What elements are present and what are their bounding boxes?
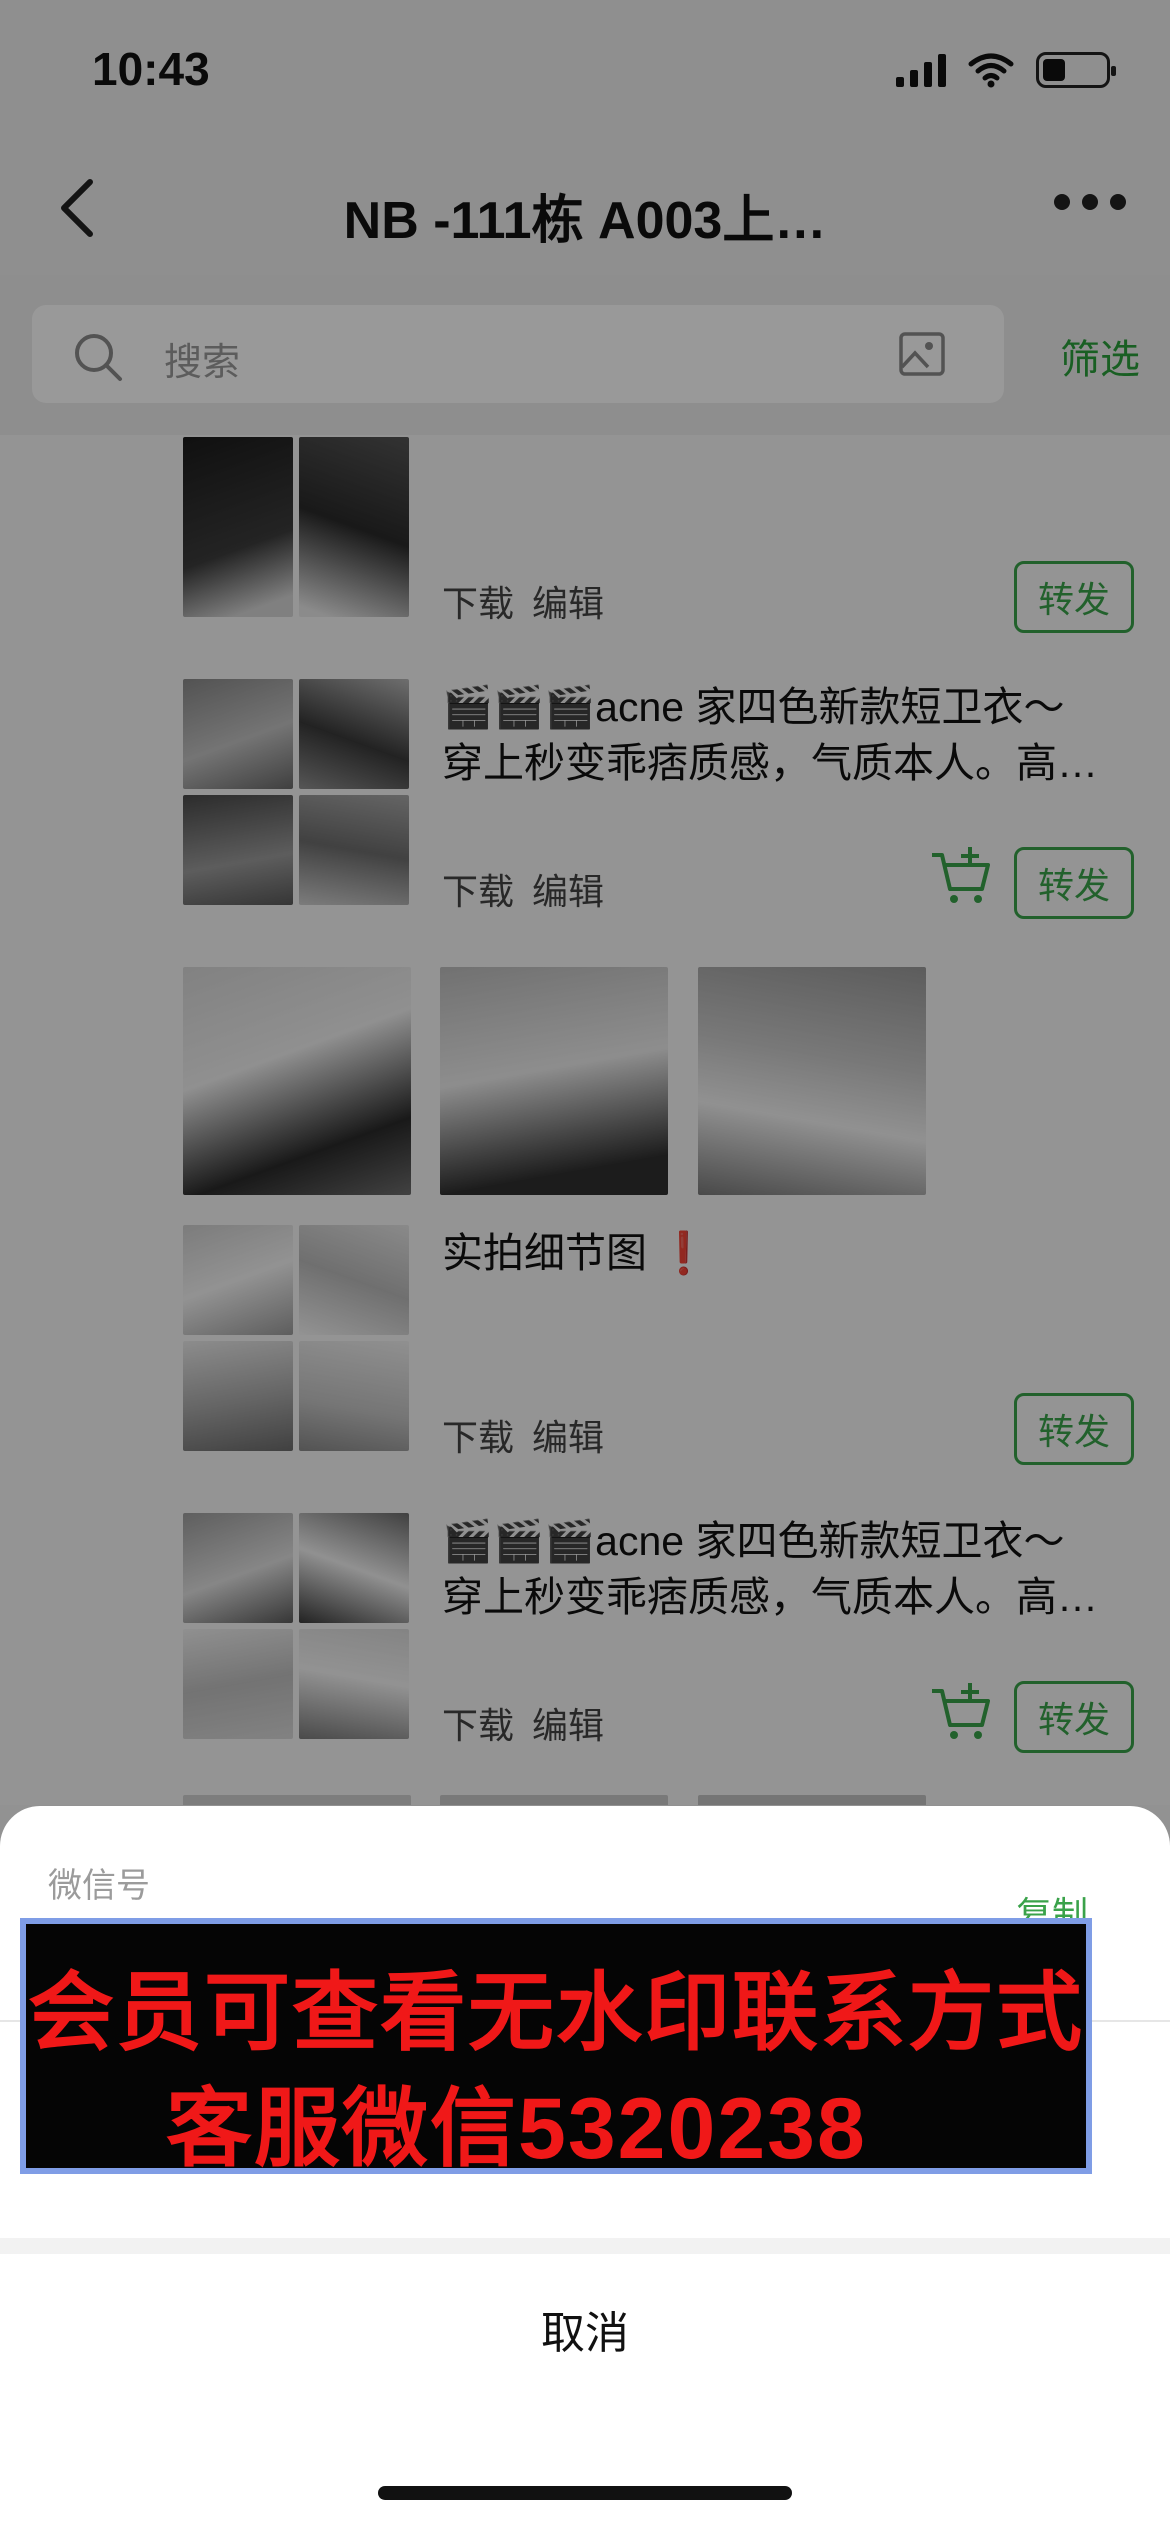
wechat-id-label: 微信号	[48, 1867, 150, 1905]
watermark-line: 客服微信5320238	[166, 2081, 867, 2177]
section-gap	[0, 2238, 1170, 2254]
cancel-button[interactable]: 取消	[0, 2254, 1170, 2404]
home-indicator[interactable]	[378, 2486, 792, 2500]
watermark-line: 会员可查看无水印联系方式	[28, 1965, 1084, 2061]
watermark-banner: 会员可查看无水印联系方式 客服微信5320238	[20, 1918, 1092, 2177]
